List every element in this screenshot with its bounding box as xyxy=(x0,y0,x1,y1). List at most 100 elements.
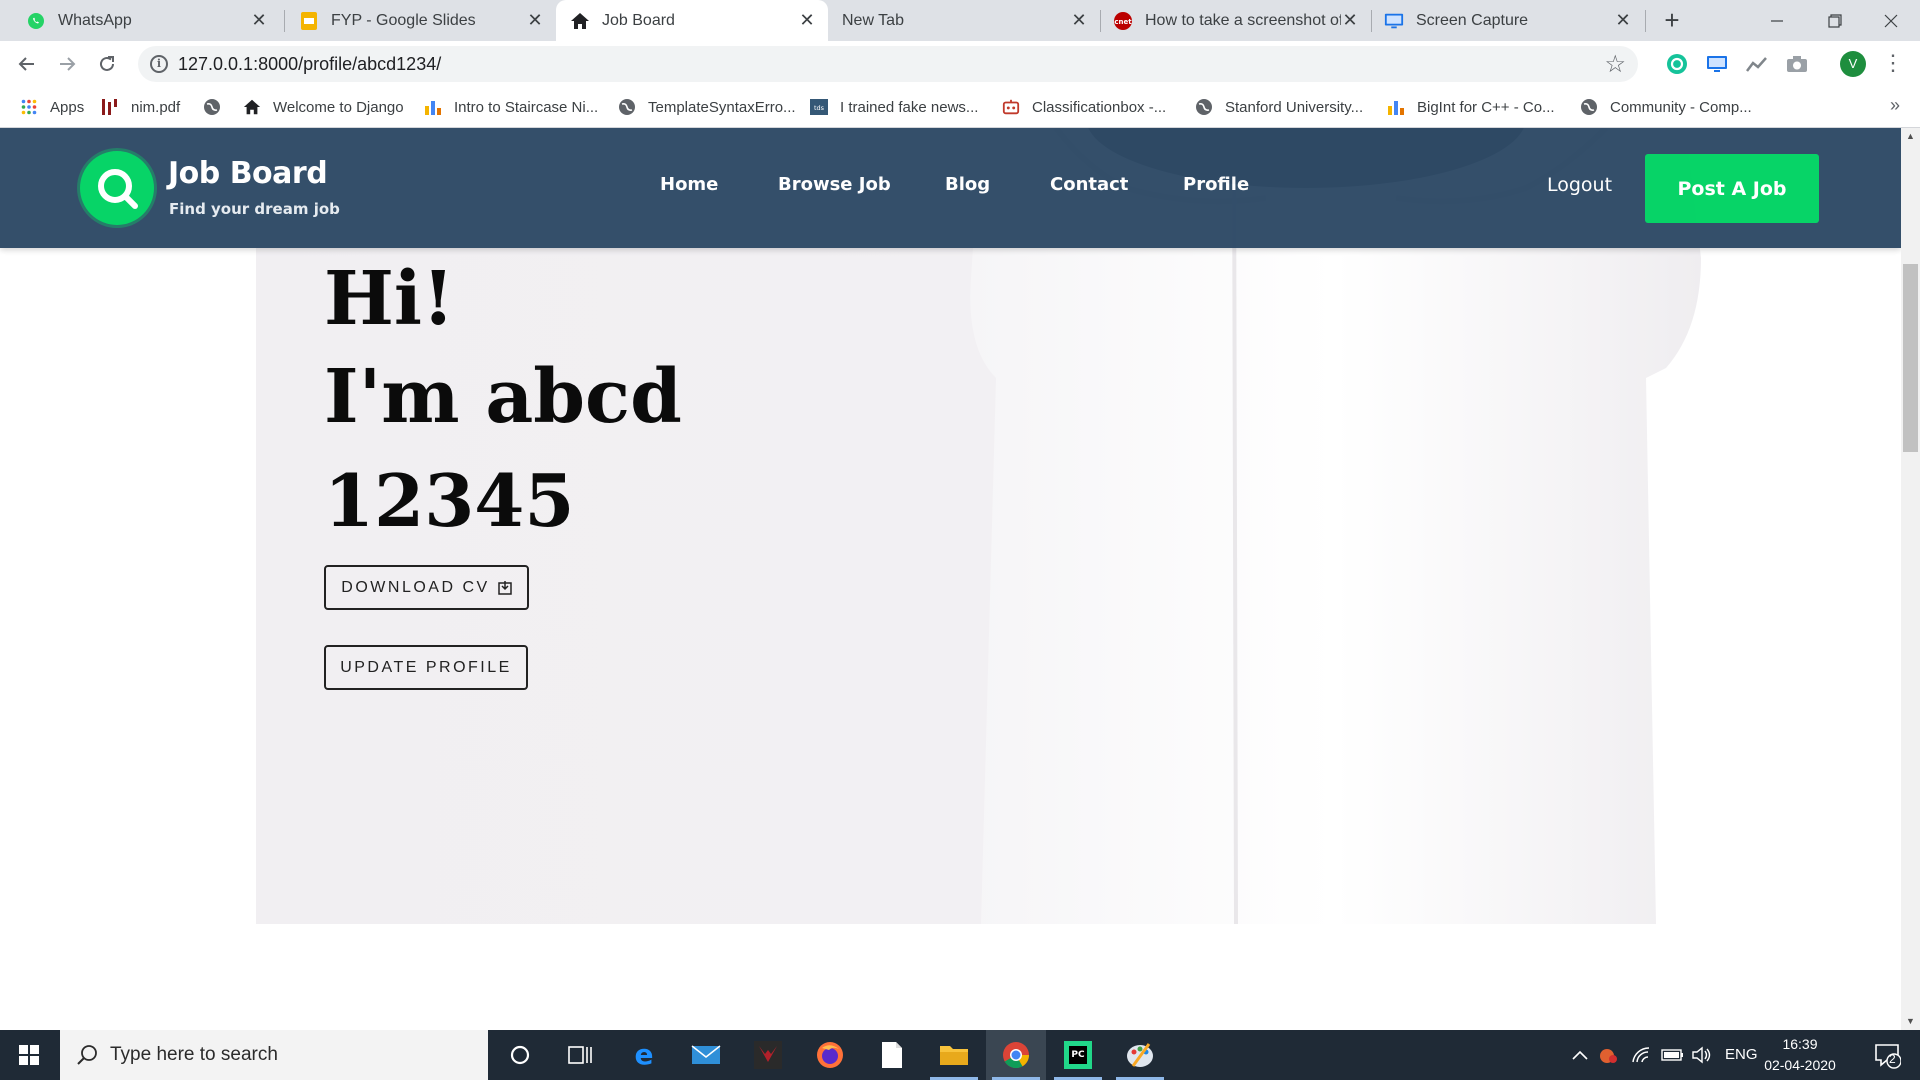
tds-icon: tds xyxy=(810,98,828,116)
bookmark-label: Classificationbox -... xyxy=(1032,98,1167,116)
tab-new-tab[interactable]: New Tab ✕ xyxy=(828,0,1100,41)
logo-icon[interactable] xyxy=(80,151,154,225)
cnet-icon: cnet xyxy=(1113,11,1133,31)
greeting-hi: Hi! xyxy=(324,256,455,342)
brand-name[interactable]: Job Board xyxy=(168,156,328,191)
bookmark-star-icon[interactable]: ☆ xyxy=(1604,50,1626,79)
wifi-icon[interactable] xyxy=(1624,1030,1658,1080)
reload-icon[interactable] xyxy=(92,49,122,79)
bookmark-fake-news[interactable]: tds I trained fake news... xyxy=(810,87,978,127)
url-text[interactable]: 127.0.0.1:8000/profile/abcd1234/ xyxy=(178,54,441,75)
google-slides-icon xyxy=(299,11,319,31)
windows-taskbar: Type here to search e PC ENG 16:39 02-04… xyxy=(0,1030,1920,1080)
bookmark-template-syntax[interactable]: TemplateSyntaxErro... xyxy=(618,87,796,127)
globe-icon xyxy=(1580,98,1598,116)
file-explorer-icon[interactable] xyxy=(924,1030,984,1080)
restore-icon[interactable] xyxy=(1806,0,1864,41)
taskbar-search-placeholder: Type here to search xyxy=(110,1044,278,1065)
tab-screen-capture[interactable]: Screen Capture ✕ xyxy=(1372,0,1644,41)
antivirus-tray-icon[interactable] xyxy=(1590,1030,1626,1080)
chrome-icon[interactable] xyxy=(986,1030,1046,1080)
bookmark-stanford[interactable]: Stanford University... xyxy=(1195,87,1363,127)
new-tab-button[interactable]: + xyxy=(1656,5,1688,37)
volume-icon[interactable] xyxy=(1686,1030,1718,1080)
close-window-icon[interactable] xyxy=(1862,0,1920,41)
camera-icon[interactable] xyxy=(1786,53,1808,75)
close-tab-icon[interactable]: ✕ xyxy=(1341,10,1359,31)
task-view-icon[interactable] xyxy=(550,1030,610,1080)
tab-cnet[interactable]: cnet How to take a screenshot of ✕ xyxy=(1101,0,1371,41)
paint-icon[interactable] xyxy=(1110,1030,1170,1080)
bookmark-staircase[interactable]: Intro to Staircase Ni... xyxy=(424,87,598,127)
forward-arrow-icon[interactable] xyxy=(52,49,82,79)
pycharm-icon[interactable]: PC xyxy=(1048,1030,1108,1080)
bookmark-nim-pdf[interactable]: nim.pdf xyxy=(101,87,180,127)
profile-avatar[interactable]: V xyxy=(1840,51,1866,77)
language-indicator[interactable]: ENG xyxy=(1725,1046,1758,1063)
nav-home[interactable]: Home xyxy=(660,174,718,195)
bookmark-globe[interactable] xyxy=(203,87,233,127)
address-bar[interactable]: i 127.0.0.1:8000/profile/abcd1234/ ☆ xyxy=(138,46,1638,82)
download-cv-button[interactable]: DOWNLOAD CV xyxy=(324,565,529,610)
bookmark-label: nim.pdf xyxy=(131,98,181,116)
update-profile-button[interactable]: UPDATE PROFILE xyxy=(324,645,528,690)
bookmark-classificationbox[interactable]: Classificationbox -... xyxy=(1002,87,1166,127)
system-clock[interactable]: 16:39 02-04-2020 xyxy=(1760,1034,1840,1076)
nav-blog[interactable]: Blog xyxy=(945,174,990,195)
mail-icon[interactable] xyxy=(676,1030,736,1080)
minimize-icon[interactable] xyxy=(1748,0,1806,41)
tab-whatsapp[interactable]: WhatsApp ✕ xyxy=(0,0,280,41)
close-tab-icon[interactable]: ✕ xyxy=(1614,10,1632,31)
back-arrow-icon[interactable] xyxy=(12,49,42,79)
tab-job-board[interactable]: Job Board ✕ xyxy=(556,0,828,41)
scrollbar-thumb[interactable] xyxy=(1903,264,1918,452)
bookmark-bigint[interactable]: BigInt for C++ - Co... xyxy=(1387,87,1555,127)
site-info-icon[interactable]: i xyxy=(150,55,168,73)
browser-tab-strip: WhatsApp ✕ FYP - Google Slides ✕ Job Boa… xyxy=(0,0,1920,41)
svg-text:cnet: cnet xyxy=(1114,18,1132,26)
screen-capture-extension-icon[interactable] xyxy=(1706,53,1728,75)
tab-google-slides[interactable]: FYP - Google Slides ✕ xyxy=(285,0,556,41)
tab-title: How to take a screenshot of xyxy=(1145,11,1341,29)
document-icon[interactable] xyxy=(862,1030,922,1080)
page-scrollbar[interactable]: ▲ ▼ xyxy=(1901,128,1920,1030)
bookmark-welcome-django[interactable]: Welcome to Django xyxy=(243,87,404,127)
scroll-down-arrow-icon[interactable]: ▼ xyxy=(1901,1013,1920,1030)
tab-title: WhatsApp xyxy=(58,11,132,29)
post-job-button[interactable]: Post A Job xyxy=(1645,154,1819,223)
search-icon xyxy=(77,1045,97,1065)
nav-contact[interactable]: Contact xyxy=(1050,174,1128,195)
bookmarks-bar: Apps nim.pdf Welcome to Django Intro to … xyxy=(0,87,1920,128)
firefox-icon[interactable] xyxy=(800,1030,860,1080)
pdf-bars-icon xyxy=(101,98,119,116)
battery-icon[interactable] xyxy=(1656,1030,1690,1080)
bookmark-apps[interactable]: Apps xyxy=(20,87,84,127)
svg-text:PC: PC xyxy=(1071,1050,1085,1060)
nav-profile[interactable]: Profile xyxy=(1183,174,1249,195)
analytics-extension-icon[interactable] xyxy=(1746,53,1768,75)
bookmarks-overflow-icon[interactable]: » xyxy=(1890,95,1900,116)
cortana-icon[interactable] xyxy=(490,1030,550,1080)
bookmark-label: Apps xyxy=(50,98,85,116)
nav-browse-job[interactable]: Browse Job xyxy=(778,174,891,195)
chrome-menu-icon[interactable]: ⋮ xyxy=(1882,51,1904,77)
close-tab-icon[interactable]: ✕ xyxy=(250,10,268,31)
scroll-up-arrow-icon[interactable]: ▲ xyxy=(1901,128,1920,145)
tab-title: FYP - Google Slides xyxy=(331,11,476,29)
notifications-icon[interactable]: 2 xyxy=(1862,1030,1912,1080)
brand-tagline: Find your dream job xyxy=(169,200,340,218)
close-tab-icon[interactable]: ✕ xyxy=(526,10,544,31)
svg-text:tds: tds xyxy=(814,104,825,112)
grammarly-icon[interactable] xyxy=(1666,53,1688,75)
whatsapp-icon xyxy=(26,11,46,31)
edge-icon[interactable]: e xyxy=(614,1030,674,1080)
close-tab-icon[interactable]: ✕ xyxy=(798,10,816,31)
windows-start-icon[interactable] xyxy=(0,1030,58,1080)
bookmark-community[interactable]: Community - Comp... xyxy=(1580,87,1752,127)
predator-app-icon[interactable] xyxy=(738,1030,798,1080)
close-tab-icon[interactable]: ✕ xyxy=(1070,10,1088,31)
logout-link[interactable]: Logout xyxy=(1547,174,1612,196)
bar-chart-icon xyxy=(424,98,442,116)
site-header: Job Board Find your dream job Home Brows… xyxy=(0,128,1901,248)
taskbar-search-box[interactable]: Type here to search xyxy=(60,1030,488,1080)
